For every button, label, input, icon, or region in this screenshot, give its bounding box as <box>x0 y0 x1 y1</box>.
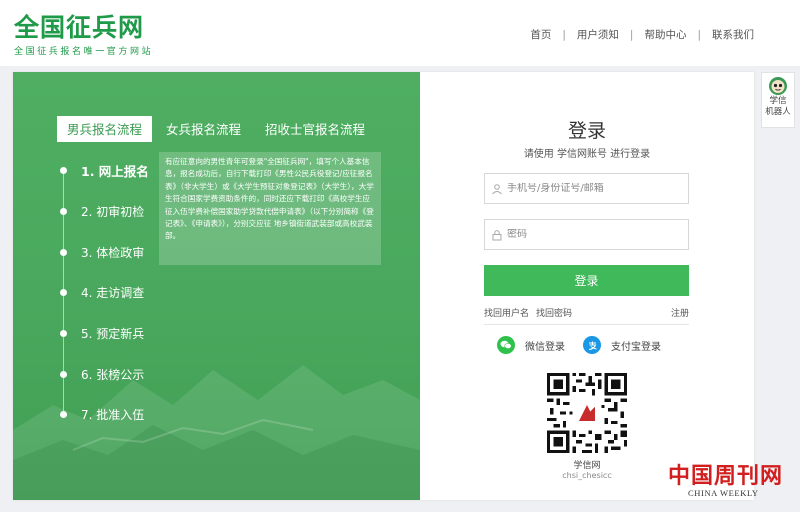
step-label: 7. 批准入伍 <box>81 407 145 422</box>
process-panel: 男兵报名流程 女兵报名流程 招收士官报名流程 1. 网上报名 2. 初审初检 3… <box>13 72 420 500</box>
nav-separator: | <box>562 28 566 41</box>
process-tabs: 男兵报名流程 女兵报名流程 招收士官报名流程 <box>57 116 379 142</box>
site-slogan: 全国征兵报名唯一官方网站 <box>14 47 154 57</box>
step-dot <box>60 329 67 337</box>
tab-male-process[interactable]: 男兵报名流程 <box>57 116 153 142</box>
step-label: 3. 体检政审 <box>81 245 145 260</box>
step-item[interactable]: 1. 网上报名 <box>59 162 149 179</box>
step-item[interactable]: 4. 走访调查 <box>59 284 144 300</box>
step-dot <box>60 166 67 174</box>
user-icon <box>492 183 502 194</box>
find-username-link[interactable]: 找回用户名 <box>484 306 529 319</box>
qr-code <box>547 373 627 453</box>
nav-user-notice[interactable]: 用户须知 <box>577 27 619 42</box>
site-logo[interactable]: 全国征兵网 <box>14 8 144 44</box>
nav-home[interactable]: 首页 <box>530 27 551 42</box>
step-dot <box>60 207 67 215</box>
watermark-subtitle: CHINA WEEKLY <box>688 488 759 498</box>
step-item[interactable]: 6. 张榜公示 <box>59 366 144 382</box>
divider <box>484 324 689 325</box>
step-label: 1. 网上报名 <box>81 163 149 179</box>
alipay-login-label: 支付宝登录 <box>611 341 661 353</box>
alipay-login-button[interactable]: 支付宝登录 <box>583 336 661 354</box>
lock-icon <box>492 229 502 240</box>
tab-nco-process[interactable]: 招收士官报名流程 <box>255 116 375 142</box>
main-card: 男兵报名流程 女兵报名流程 招收士官报名流程 1. 网上报名 2. 初审初检 3… <box>13 72 754 500</box>
register-link[interactable]: 注册 <box>671 306 689 319</box>
top-nav: 首页 | 用户须知 | 帮助中心 | 联系我们 <box>530 27 754 42</box>
robot-label-line1: 学信 <box>769 96 787 106</box>
step-item[interactable]: 7. 批准入伍 <box>59 406 144 422</box>
find-password-link[interactable]: 找回密码 <box>536 306 572 319</box>
login-button[interactable]: 登录 <box>484 265 689 296</box>
robot-label-line2: 机器人 <box>765 107 791 117</box>
nav-help-center[interactable]: 帮助中心 <box>644 27 686 42</box>
wechat-icon <box>497 336 515 354</box>
step-item[interactable]: 5. 预定新兵 <box>59 325 144 341</box>
chatbot-widget[interactable]: 学信 机器人 <box>761 72 795 128</box>
step-item[interactable]: 3. 体检政审 <box>59 244 144 260</box>
step-label: 5. 预定新兵 <box>81 326 145 341</box>
username-field[interactable] <box>484 173 689 204</box>
password-input[interactable] <box>507 229 677 240</box>
login-title: 登录 <box>567 120 606 142</box>
step-info-box: 有应征意向的男性青年可登录"全国征兵网"，填写个人基本信息，报名成功后，自行下载… <box>159 152 381 265</box>
wechat-login-label: 微信登录 <box>525 341 565 353</box>
step-dot <box>60 248 67 256</box>
step-dot <box>60 410 67 418</box>
login-panel: 登录 请使用 学信网账号 进行登录 登录 找回用户名 找回密码 注册 微信登录 <box>420 72 754 500</box>
step-item[interactable]: 2. 初审初检 <box>59 203 144 219</box>
username-input[interactable] <box>507 183 677 194</box>
step-label: 2. 初审初检 <box>81 204 145 219</box>
nav-separator: | <box>697 28 701 41</box>
tab-female-process[interactable]: 女兵报名流程 <box>156 116 251 142</box>
step-dot <box>60 288 67 296</box>
step-label: 6. 张榜公示 <box>81 367 145 382</box>
step-dot <box>60 370 67 378</box>
nav-separator: | <box>629 28 634 41</box>
robot-icon <box>769 77 787 95</box>
password-field[interactable] <box>484 219 689 250</box>
step-label: 4. 走访调查 <box>81 285 145 300</box>
site-header: 全国征兵网 全国征兵报名唯一官方网站 首页 | 用户须知 | 帮助中心 | 联系… <box>0 0 800 66</box>
alipay-icon <box>583 336 601 354</box>
login-subtitle: 请使用 学信网账号 进行登录 <box>523 149 651 160</box>
nav-contact[interactable]: 联系我们 <box>712 27 754 42</box>
watermark-logo: 中国周刊网 <box>668 463 784 489</box>
wechat-login-button[interactable]: 微信登录 <box>497 336 565 354</box>
